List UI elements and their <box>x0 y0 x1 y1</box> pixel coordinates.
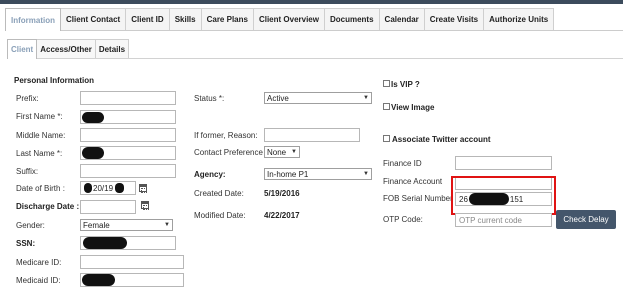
contact-preference-label: Contact Preference <box>194 148 263 157</box>
tab-documents[interactable]: Documents <box>323 8 380 30</box>
gender-value: Female <box>83 220 110 230</box>
last-name-label: Last Name *: <box>16 149 63 158</box>
status-label: Status *: <box>194 94 225 103</box>
modified-date-label: Modified Date: <box>194 211 246 220</box>
twitter-checkbox[interactable] <box>383 135 390 142</box>
tab-client-overview[interactable]: Client Overview <box>252 8 325 30</box>
tab-authorize-units[interactable]: Authorize Units <box>483 8 555 30</box>
prefix-input[interactable] <box>80 91 176 105</box>
gender-select[interactable]: Female ▼ <box>80 219 173 231</box>
view-image-label: View Image <box>391 103 435 112</box>
dob-label: Date of Birth : <box>16 184 65 193</box>
created-date-value: 5/19/2016 <box>264 189 300 198</box>
tab-information[interactable]: Information <box>5 8 61 31</box>
tab-care-plans[interactable]: Care Plans <box>200 8 254 30</box>
finance-account-label: Finance Account <box>383 177 443 186</box>
tab-access-other[interactable]: Access/Other <box>36 39 96 58</box>
view-image-checkbox[interactable] <box>383 103 390 110</box>
first-name-label: First Name *: <box>16 112 63 121</box>
status-select[interactable]: Active ▼ <box>264 92 372 104</box>
agency-select[interactable]: In-home P1 ▼ <box>264 168 372 180</box>
contact-preference-value: None <box>267 147 287 157</box>
ssn-label: SSN: <box>16 239 36 248</box>
check-delay-button[interactable]: Check Delay <box>556 210 616 229</box>
tab-client-id[interactable]: Client ID <box>125 8 170 30</box>
middle-name-input[interactable] <box>80 128 176 142</box>
is-vip-checkbox[interactable] <box>383 80 390 87</box>
tab-skills[interactable]: Skills <box>168 8 202 30</box>
suffix-label: Suffix: <box>16 167 39 176</box>
chevron-down-icon: ▼ <box>291 149 297 155</box>
redacted-dob-day <box>84 183 92 193</box>
modified-date-value: 4/22/2017 <box>264 211 300 220</box>
is-vip-label: Is VIP ? <box>391 80 420 89</box>
primary-tab-bar: Information Client Contact Client ID Ski… <box>5 8 555 31</box>
chevron-down-icon: ▼ <box>363 95 369 101</box>
discharge-date-input[interactable] <box>80 200 136 214</box>
prefix-label: Prefix: <box>16 94 39 103</box>
primary-tab-divider <box>5 30 623 31</box>
highlight-box <box>451 176 556 215</box>
former-reason-input[interactable] <box>264 128 360 142</box>
tab-details[interactable]: Details <box>94 39 130 58</box>
redacted-medicaid <box>82 274 115 286</box>
discharge-calendar-icon[interactable] <box>141 201 149 210</box>
finance-id-input[interactable] <box>455 156 552 170</box>
created-date-label: Created Date: <box>194 189 244 198</box>
fob-serial-label: FOB Serial Number <box>383 194 453 203</box>
contact-preference-select[interactable]: None ▼ <box>264 146 300 158</box>
discharge-date-label: Discharge Date : <box>16 202 80 211</box>
personal-information-heading: Personal Information <box>14 76 95 85</box>
medicare-label: Medicare ID: <box>16 258 62 267</box>
secondary-tab-bar: Client Access/Other Details <box>7 39 130 59</box>
dob-calendar-icon[interactable] <box>139 184 147 193</box>
top-bar <box>0 0 623 4</box>
dob-value: 20/19 <box>93 183 114 193</box>
chevron-down-icon: ▼ <box>363 171 369 177</box>
tab-client-contact[interactable]: Client Contact <box>60 8 127 30</box>
gender-label: Gender: <box>16 221 45 230</box>
redacted-first-name <box>82 112 104 123</box>
twitter-label: Associate Twitter account <box>392 135 491 144</box>
secondary-tab-divider <box>7 58 623 59</box>
dob-input[interactable]: 20/19 <box>80 181 136 195</box>
finance-id-label: Finance ID <box>383 159 422 168</box>
tab-create-visits[interactable]: Create Visits <box>423 8 485 30</box>
otp-code-label: OTP Code: <box>383 215 423 224</box>
redacted-dob-year <box>115 183 125 193</box>
redacted-last-name <box>82 147 104 159</box>
tab-client[interactable]: Client <box>7 39 38 59</box>
otp-code-input[interactable] <box>455 213 552 227</box>
suffix-input[interactable] <box>80 164 176 178</box>
status-value: Active <box>267 93 289 103</box>
medicare-input[interactable] <box>80 255 184 269</box>
tab-calendar[interactable]: Calendar <box>378 8 425 30</box>
chevron-down-icon: ▼ <box>164 222 170 228</box>
redacted-ssn <box>83 237 127 249</box>
agency-label: Agency: <box>194 170 226 179</box>
medicaid-label: Medicaid ID: <box>16 276 61 285</box>
middle-name-label: Middle Name: <box>16 131 66 140</box>
agency-value: In-home P1 <box>267 169 309 179</box>
former-reason-label: If former, Reason: <box>194 131 258 140</box>
